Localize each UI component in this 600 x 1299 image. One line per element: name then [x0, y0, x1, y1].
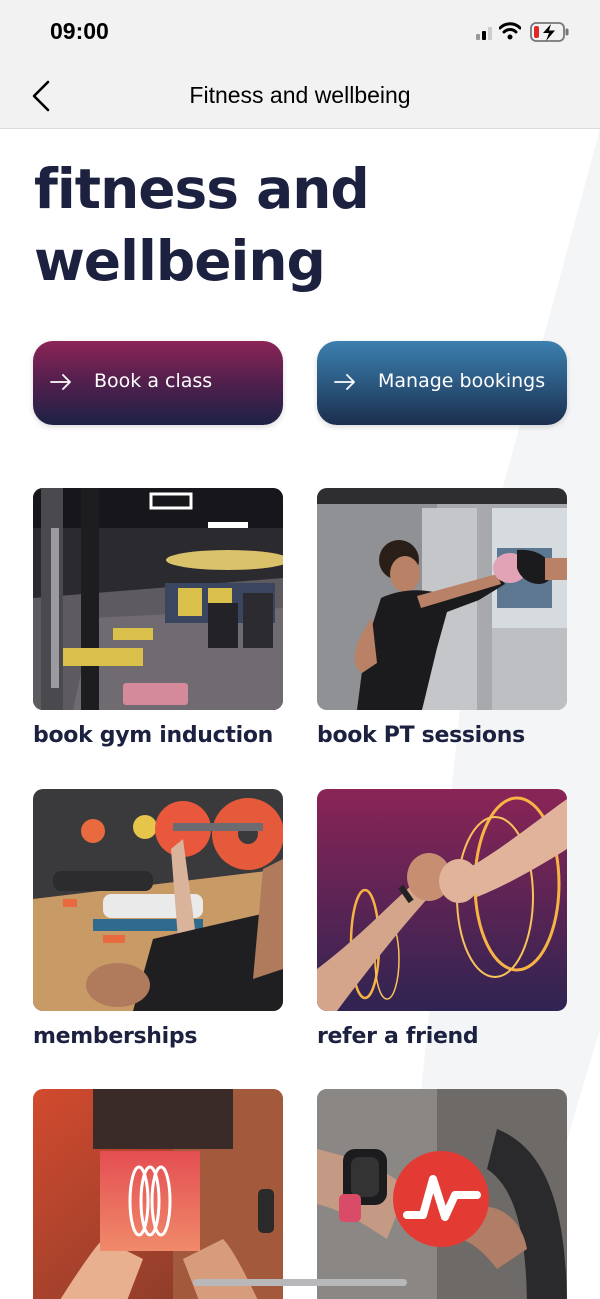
page-title-line-2: wellbeing: [34, 229, 326, 293]
weights-class-photo: [33, 789, 283, 1011]
status-bar: 09:00: [0, 0, 600, 64]
tile-book-pt-sessions[interactable]: book PT sessions: [317, 488, 567, 748]
tile-label: book PT sessions: [317, 723, 525, 748]
tile-label: book gym induction: [33, 723, 274, 748]
wifi-icon: [499, 22, 521, 40]
main-content[interactable]: fitness and wellbeing Book a class Manag…: [0, 129, 600, 1299]
gym-floor-photo: [33, 488, 283, 710]
tile-wellbeing-app[interactable]: [33, 1089, 283, 1299]
tile-label: memberships: [33, 1024, 198, 1049]
nav-bar: Fitness and wellbeing: [0, 64, 600, 129]
manage-bookings-button[interactable]: Manage bookings: [317, 341, 567, 425]
tile-memberships[interactable]: memberships: [33, 789, 283, 1049]
signal-icon: [476, 27, 492, 40]
arrow-right-icon: [50, 374, 71, 390]
wellbeing-app-photo: [33, 1089, 283, 1299]
page-title: fitness and wellbeing: [34, 153, 434, 297]
arrow-right-icon: [334, 374, 355, 390]
fitness-tracker-photo: [317, 1089, 567, 1299]
tile-label: refer a friend: [317, 1024, 479, 1049]
tile-fitness-tracker[interactable]: [317, 1089, 567, 1299]
nav-title: Fitness and wellbeing: [189, 82, 411, 108]
page-title-line-1: fitness and: [34, 157, 370, 221]
book-class-label: Book a class: [94, 370, 213, 392]
status-time: 09:00: [50, 18, 109, 44]
home-indicator: [193, 1279, 407, 1286]
tile-refer-a-friend[interactable]: refer a friend: [317, 789, 567, 1049]
battery-charging-icon: [530, 22, 569, 42]
manage-bookings-label: Manage bookings: [378, 370, 546, 392]
boxing-pads-photo: [317, 488, 567, 710]
tile-book-gym-induction[interactable]: book gym induction: [33, 488, 283, 748]
book-class-button[interactable]: Book a class: [33, 341, 283, 425]
fist-bump-photo: [317, 789, 567, 1011]
